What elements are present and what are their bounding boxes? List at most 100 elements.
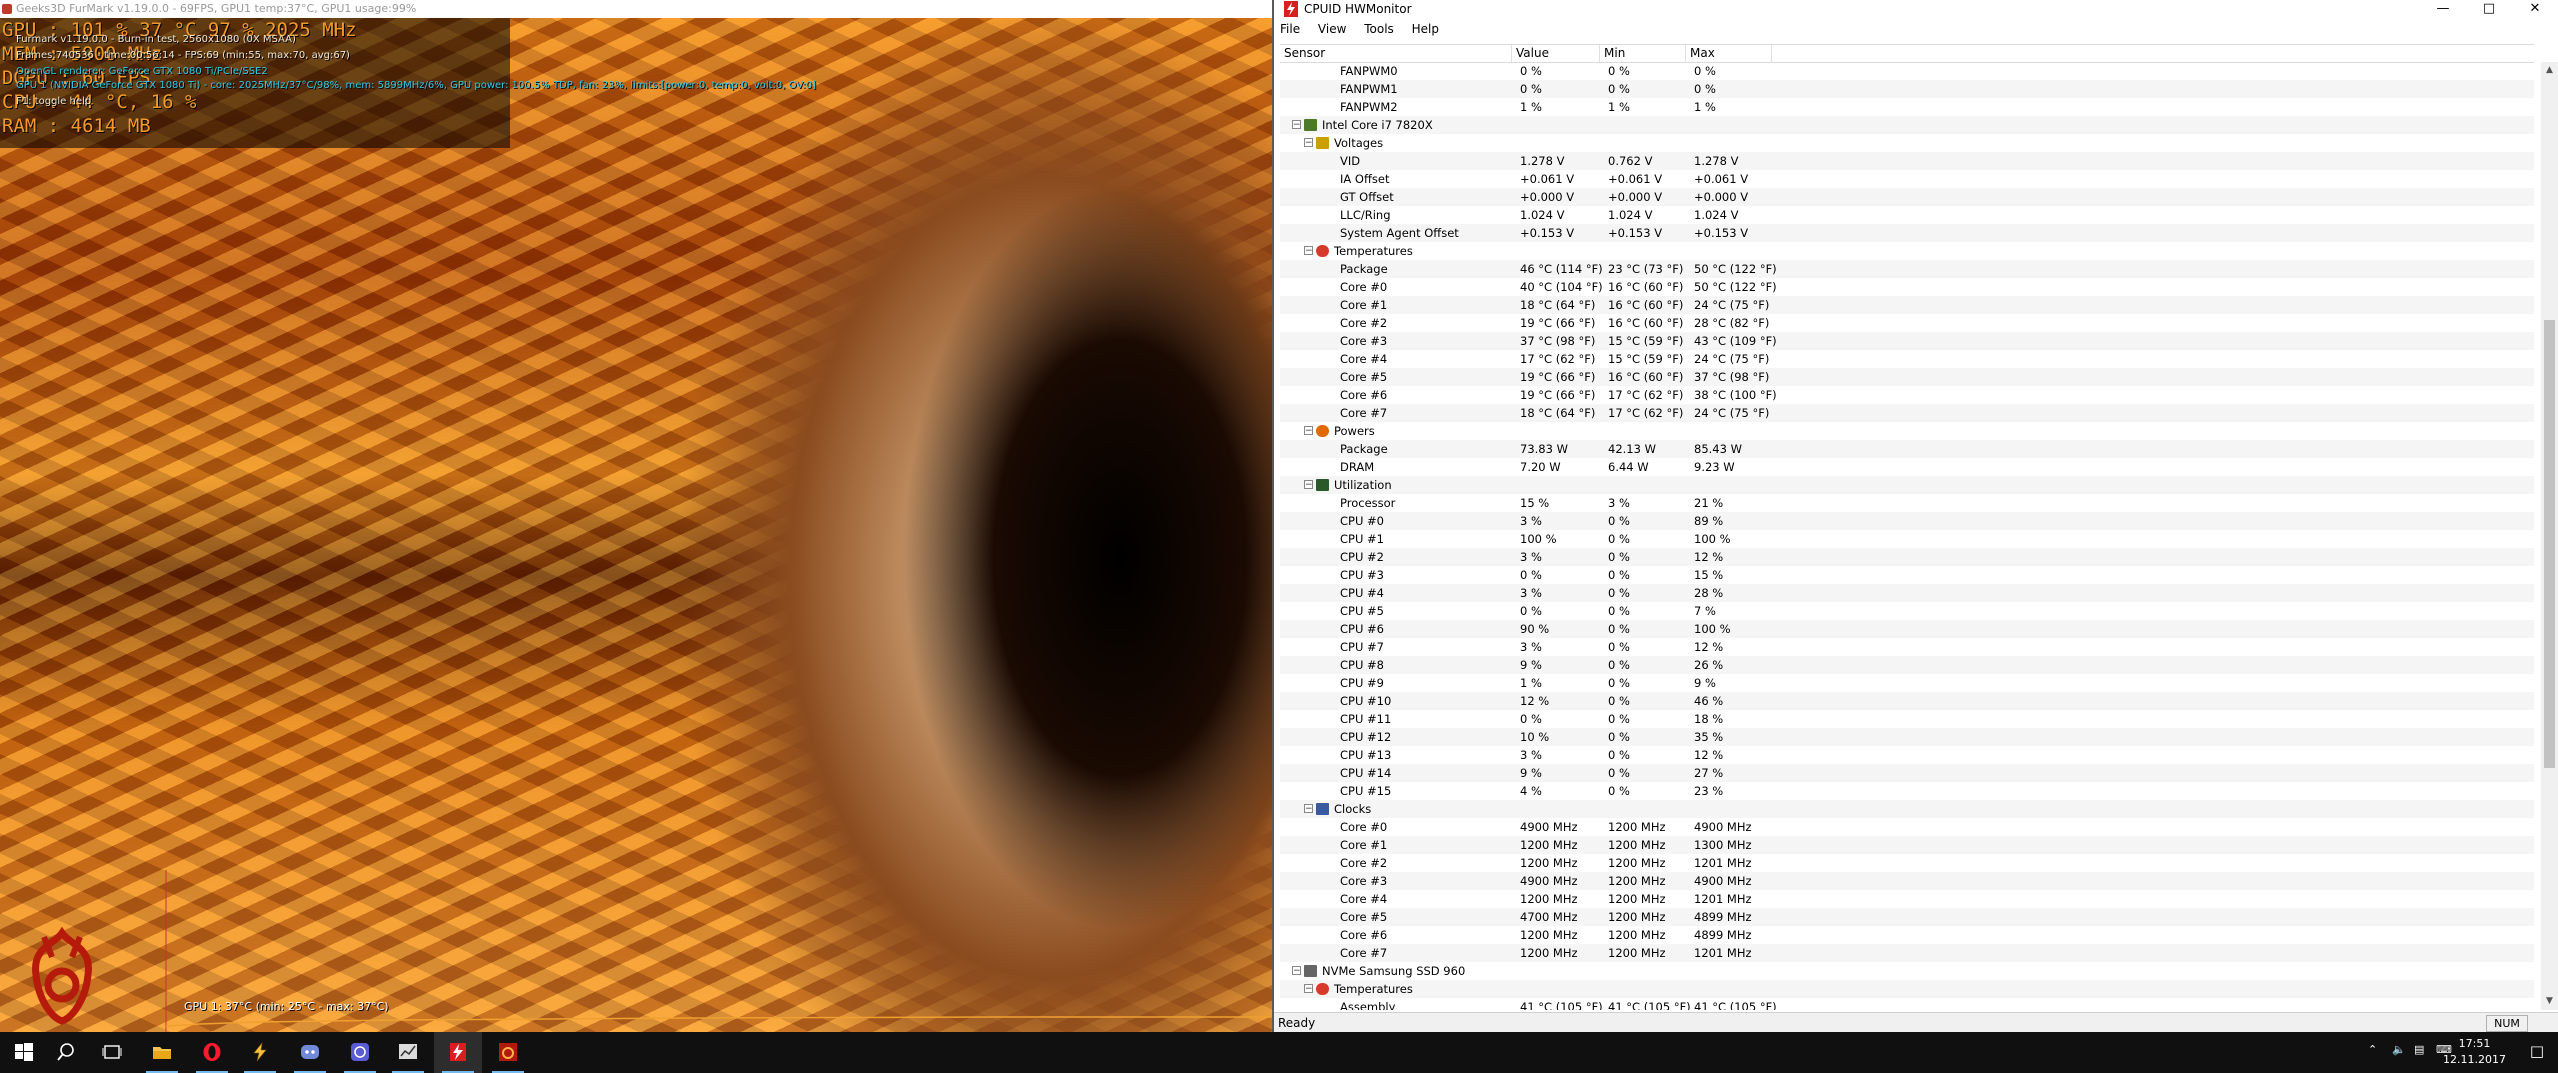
taskbar-opera[interactable]	[188, 1032, 236, 1073]
column-max[interactable]: Max	[1686, 45, 1772, 62]
sensor-row[interactable]: Core #0 4900 MHz 1200 MHz 4900 MHz	[1280, 818, 2534, 836]
sensor-row[interactable]: CPU #13 3 % 0 % 12 %	[1280, 746, 2534, 764]
maximize-button[interactable]: □	[2466, 0, 2512, 18]
category-node[interactable]: − Voltages	[1280, 134, 2534, 152]
vertical-scrollbar[interactable]: ▲ ▼	[2541, 62, 2558, 1010]
menu-view[interactable]: View	[1318, 22, 1346, 36]
taskbar-discord[interactable]	[286, 1032, 334, 1073]
sensor-row[interactable]: CPU #7 3 % 0 % 12 %	[1280, 638, 2534, 656]
category-node[interactable]: − Powers	[1280, 422, 2534, 440]
taskbar-app-monitor[interactable]	[384, 1032, 432, 1073]
scroll-down-icon[interactable]: ▼	[2541, 993, 2558, 1010]
taskbar-furmark[interactable]	[484, 1032, 532, 1073]
sensor-row[interactable]: CPU #5 0 % 0 % 7 %	[1280, 602, 2534, 620]
sensor-row[interactable]: Core #6 1200 MHz 1200 MHz 4899 MHz	[1280, 926, 2534, 944]
volume-icon[interactable]: 🔈	[2392, 1043, 2406, 1056]
sensor-row[interactable]: Core #6 19 °C (66 °F) 17 °C (62 °F) 38 °C (…	[1280, 386, 2534, 404]
sensor-row[interactable]: CPU #0 3 % 0 % 89 %	[1280, 512, 2534, 530]
sensor-row[interactable]: Core #5 4700 MHz 1200 MHz 4899 MHz	[1280, 908, 2534, 926]
sensor-row[interactable]: DRAM 7.20 W 6.44 W 9.23 W	[1280, 458, 2534, 476]
sensor-row[interactable]: Core #3 37 °C (98 °F) 15 °C (59 °F) 43 °C (…	[1280, 332, 2534, 350]
tree-collapse-icon[interactable]: −	[1292, 966, 1301, 976]
start-button[interactable]	[0, 1032, 48, 1073]
device-node[interactable]: − Intel Core i7 7820X	[1280, 116, 2534, 134]
sensor-row[interactable]: CPU #3 0 % 0 % 15 %	[1280, 566, 2534, 584]
device-node[interactable]: − NVMe Samsung SSD 960	[1280, 962, 2534, 980]
category-node[interactable]: − Temperatures	[1280, 242, 2534, 260]
search-button[interactable]	[42, 1032, 90, 1073]
tree-collapse-icon[interactable]: −	[1304, 246, 1313, 256]
sensor-row[interactable]: Core #1 18 °C (64 °F) 16 °C (60 °F) 24 °C (…	[1280, 296, 2534, 314]
sensor-row[interactable]: Core #3 4900 MHz 1200 MHz 4900 MHz	[1280, 872, 2534, 890]
furmark-window[interactable]: Geeks3D FurMark v1.19.0.0 - 69FPS, GPU1 …	[0, 0, 1272, 1032]
tree-collapse-icon[interactable]: −	[1304, 426, 1313, 436]
sensor-row[interactable]: CPU #6 90 % 0 % 100 %	[1280, 620, 2534, 638]
menu-bar: File View Tools Help	[1274, 18, 2558, 40]
minimize-button[interactable]: —	[2420, 0, 2466, 18]
tree-collapse-icon[interactable]: −	[1304, 804, 1313, 814]
taskbar-app-mixer[interactable]	[336, 1032, 384, 1073]
column-value[interactable]: Value	[1512, 45, 1600, 62]
menu-help[interactable]: Help	[1412, 22, 1439, 36]
taskbar-hwmonitor[interactable]	[434, 1032, 482, 1073]
close-button[interactable]: ✕	[2512, 0, 2558, 18]
tree-collapse-icon[interactable]: −	[1292, 120, 1301, 130]
sensor-row[interactable]: Package 46 °C (114 °F) 23 °C (73 °F) 50 °C …	[1280, 260, 2534, 278]
taskbar-app-lightning[interactable]	[236, 1032, 284, 1073]
hwmonitor-titlebar[interactable]: CPUID HWMonitor — □ ✕	[1274, 0, 2558, 18]
task-view-button[interactable]	[88, 1032, 136, 1073]
sensor-row[interactable]: Core #2 1200 MHz 1200 MHz 1201 MHz	[1280, 854, 2534, 872]
sensor-row[interactable]: CPU #15 4 % 0 % 23 %	[1280, 782, 2534, 800]
sensor-row[interactable]: Core #7 18 °C (64 °F) 17 °C (62 °F) 24 °C (…	[1280, 404, 2534, 422]
sensor-row[interactable]: CPU #1 100 % 0 % 100 %	[1280, 530, 2534, 548]
tree-collapse-icon[interactable]: −	[1304, 138, 1313, 148]
sensor-row[interactable]: System Agent Offset +0.153 V +0.153 V +0.15…	[1280, 224, 2534, 242]
network-icon[interactable]: ▤	[2414, 1043, 2424, 1056]
category-node[interactable]: − Temperatures	[1280, 980, 2534, 998]
sensor-row[interactable]: CPU #2 3 % 0 % 12 %	[1280, 548, 2534, 566]
sensor-row[interactable]: Core #4 17 °C (62 °F) 15 °C (59 °F) 24 °C (…	[1280, 350, 2534, 368]
category-node[interactable]: − Clocks	[1280, 800, 2534, 818]
hwmonitor-window[interactable]: CPUID HWMonitor — □ ✕ File View Tools He…	[1272, 0, 2558, 1033]
column-sensor[interactable]: Sensor	[1280, 45, 1512, 62]
sensor-row[interactable]: CPU #12 10 % 0 % 35 %	[1280, 728, 2534, 746]
sensor-row[interactable]: CPU #10 12 % 0 % 46 %	[1280, 692, 2534, 710]
sensor-row[interactable]: FANPWM0 0 % 0 % 0 %	[1280, 62, 2534, 80]
sensor-row[interactable]: Core #2 19 °C (66 °F) 16 °C (60 °F) 28 °C (…	[1280, 314, 2534, 332]
sensor-row[interactable]: CPU #14 9 % 0 % 27 %	[1280, 764, 2534, 782]
menu-tools[interactable]: Tools	[1364, 22, 1394, 36]
clock[interactable]: 17:51 12.11.2017	[2443, 1036, 2506, 1068]
sensor-tree[interactable]: FANPWM0 0 % 0 % 0 % FANPWM1 0 % 0 % 0 % FANPWM2 1…	[1280, 62, 2534, 1010]
sensor-row[interactable]: FANPWM1 0 % 0 % 0 %	[1280, 80, 2534, 98]
sensor-row[interactable]: Core #7 1200 MHz 1200 MHz 1201 MHz	[1280, 944, 2534, 962]
sensor-row[interactable]: Processor 15 % 3 % 21 %	[1280, 494, 2534, 512]
sensor-row[interactable]: Core #4 1200 MHz 1200 MHz 1201 MHz	[1280, 890, 2534, 908]
menu-file[interactable]: File	[1280, 22, 1300, 36]
sensor-row[interactable]: CPU #4 3 % 0 % 28 %	[1280, 584, 2534, 602]
category-node[interactable]: − Utilization	[1280, 476, 2534, 494]
sensor-row[interactable]: CPU #11 0 % 0 % 18 %	[1280, 710, 2534, 728]
notifications-icon[interactable]: □	[2530, 1042, 2544, 1060]
sensor-row[interactable]: CPU #9 1 % 0 % 9 %	[1280, 674, 2534, 692]
sensor-row[interactable]: LLC/Ring 1.024 V 1.024 V 1.024 V	[1280, 206, 2534, 224]
sensor-row[interactable]: Core #1 1200 MHz 1200 MHz 1300 MHz	[1280, 836, 2534, 854]
sensor-row[interactable]: Core #5 19 °C (66 °F) 16 °C (60 °F) 37 °C (…	[1280, 368, 2534, 386]
scroll-up-icon[interactable]: ▲	[2541, 62, 2558, 79]
sensor-row[interactable]: CPU #8 9 % 0 % 26 %	[1280, 656, 2534, 674]
sensor-row[interactable]: VID 1.278 V 0.762 V 1.278 V	[1280, 152, 2534, 170]
sensor-row[interactable]: IA Offset +0.061 V +0.061 V +0.061 V	[1280, 170, 2534, 188]
sensor-name: CPU #3	[1340, 568, 1384, 582]
furmark-titlebar[interactable]: Geeks3D FurMark v1.19.0.0 - 69FPS, GPU1 …	[0, 0, 1272, 18]
scroll-thumb[interactable]	[2544, 320, 2555, 768]
sensor-row[interactable]: Assembly 41 °C (105 °F) 41 °C (105 °F) 41 °…	[1280, 998, 2534, 1010]
tree-collapse-icon[interactable]: −	[1304, 480, 1313, 490]
tree-collapse-icon[interactable]: −	[1304, 984, 1313, 994]
sensor-row[interactable]: Package 73.83 W 42.13 W 85.43 W	[1280, 440, 2534, 458]
tray-chevron-up-icon[interactable]: ⌃	[2368, 1043, 2377, 1056]
column-min[interactable]: Min	[1600, 45, 1686, 62]
sensor-name: Core #3	[1340, 334, 1388, 348]
sensor-row[interactable]: FANPWM2 1 % 1 % 1 %	[1280, 98, 2534, 116]
sensor-row[interactable]: GT Offset +0.000 V +0.000 V +0.000 V	[1280, 188, 2534, 206]
taskbar-file-explorer[interactable]	[138, 1032, 186, 1073]
sensor-row[interactable]: Core #0 40 °C (104 °F) 16 °C (60 °F) 50 °C …	[1280, 278, 2534, 296]
